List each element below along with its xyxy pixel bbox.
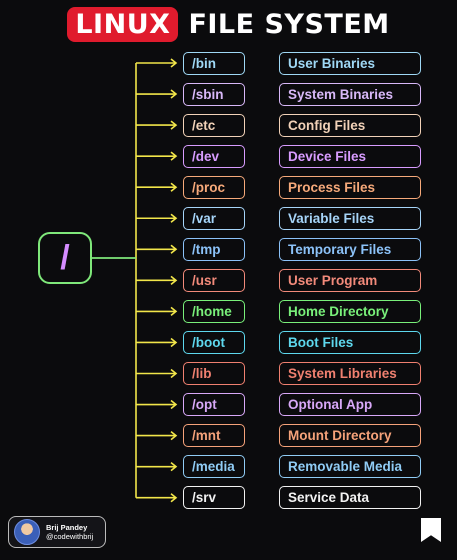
dir-usr: /usr: [183, 268, 245, 292]
desc-srv: Service Data: [279, 486, 421, 510]
desc-opt: Optional App: [279, 393, 421, 417]
desc-media: Removable Media: [279, 455, 421, 479]
dir-home: /home: [183, 299, 245, 323]
avatar: [14, 519, 40, 545]
dir-tmp: /tmp: [183, 237, 245, 261]
desc-home: Home Directory: [279, 299, 421, 323]
desc-proc: Process Files: [279, 175, 421, 199]
author-name: Brij Pandey: [46, 523, 88, 532]
author-card[interactable]: Brij Pandey @codewithbrij: [8, 516, 106, 548]
dir-boot: /boot: [183, 330, 245, 354]
desc-usr: User Program: [279, 268, 421, 292]
root-directory-node: /: [38, 232, 92, 284]
desc-var: Variable Files: [279, 206, 421, 230]
desc-sbin: System Binaries: [279, 82, 421, 106]
dir-bin: /bin: [183, 51, 245, 75]
desc-dev: Device Files: [279, 144, 421, 168]
desc-boot: Boot Files: [279, 330, 421, 354]
dir-proc: /proc: [183, 175, 245, 199]
dir-etc: /etc: [183, 113, 245, 137]
dir-dev: /dev: [183, 144, 245, 168]
author-handle: @codewithbrij: [46, 532, 94, 541]
dir-sbin: /sbin: [183, 82, 245, 106]
dir-opt: /opt: [183, 393, 245, 417]
desc-mnt: Mount Directory: [279, 424, 421, 448]
dir-lib: /lib: [183, 362, 245, 385]
dir-var: /var: [183, 206, 245, 230]
desc-lib: System Libraries: [279, 362, 421, 385]
dir-mnt: /mnt: [183, 424, 245, 448]
dir-srv: /srv: [183, 486, 245, 510]
dir-media: /media: [183, 455, 245, 479]
desc-tmp: Temporary Files: [279, 237, 421, 261]
desc-bin: User Binaries: [279, 51, 421, 75]
desc-etc: Config Files: [279, 113, 421, 137]
